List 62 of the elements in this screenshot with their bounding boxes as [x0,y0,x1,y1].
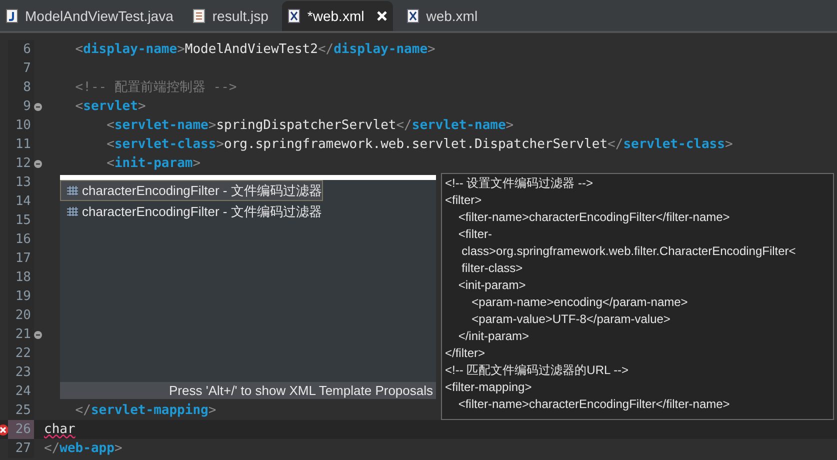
close-icon[interactable] [377,11,388,21]
code-line: <display-name>ModelAndViewTest2</display-name> [74,40,436,59]
grid-icon [67,186,78,195]
java-file-icon [6,9,18,23]
editor-tab[interactable]: ModelAndViewTest.java [0,1,180,31]
line-number: 25 [15,402,32,420]
preview-line: <param-value>UTF-8</param-value> [470,311,672,328]
line-number: 7 [23,60,32,78]
editor-tab[interactable]: web.xml [401,1,484,31]
preview-line: <!-- 设置文件编码过滤器 --> [445,175,594,192]
line-number: 14 [15,192,32,211]
completion-item[interactable]: characterEncodingFilter - 文件编码过滤器 [60,180,323,201]
line-number: 26 [15,420,32,439]
line-number: 11 [15,136,32,154]
line-number: 12 [15,154,32,173]
preview-line: <filter- [457,226,494,243]
line-number: 22 [15,344,32,363]
code-line: <servlet-class>org.springframework.web.servlet.DispatcherServlet</servlet-class> [106,136,733,154]
preview-line: <filter-name>characterEncodingFilter</filter-name> [457,396,731,413]
grid-icon [67,207,78,216]
code-line: <!-- 配置前端控制器 --> [74,78,237,97]
code-line: <servlet> [74,98,146,116]
preview-line: class>org.springframework.web.filter.CharacterEncodingFilter< [460,243,797,260]
line-number: 23 [15,364,32,382]
line-number: 9 [23,98,32,116]
preview-line: </init-param> [457,328,530,345]
line-number: 17 [15,250,32,268]
code-line: </servlet-mapping> [74,402,216,420]
line-number: 24 [15,382,32,401]
line-number: 13 [15,174,32,192]
code-line: <servlet-name>springDispatcherServlet</servlet-name> [106,116,514,135]
xml-file-icon [288,9,300,23]
line-number: 10 [15,116,32,135]
code-line: <init-param> [106,154,201,173]
line-number: 20 [15,306,32,325]
line-number: 6 [23,40,32,59]
status-hint: Press 'Alt+/' to show XML Template Proposals [60,382,436,399]
preview-line: <param-name>encoding</param-name> [470,294,689,311]
line-number: 21 [15,326,32,344]
preview-line: <filter> [445,192,483,209]
collapse-icon[interactable] [34,102,42,110]
code-line: </web-app> [43,440,122,458]
document-icon [193,9,206,23]
line-number: 18 [15,268,32,287]
line-number: 27 [15,440,32,458]
line-number: 19 [15,288,32,306]
collapse-icon[interactable] [34,160,42,168]
editor-tab[interactable]: result.jsp [187,1,274,31]
editor-tab[interactable]: *web.xml [282,1,394,31]
line-number: 8 [23,78,32,97]
preview-line: <!-- 匹配文件编码过滤器的URL --> [445,362,630,379]
preview-line: </filter> [445,345,486,362]
preview-line: <filter-name>characterEncodingFilter</filter-name> [457,209,731,226]
preview-line: filter-class> [460,260,524,277]
line-number: 15 [15,212,32,230]
preview-line: <init-param> [457,277,527,294]
completion-item[interactable]: characterEncodingFilter - 文件编码过滤器 [60,201,436,222]
collapse-icon[interactable] [34,330,42,338]
preview-line: <filter-mapping> [445,379,533,396]
code-line: char [43,420,76,439]
xml-file-icon [407,9,420,23]
line-number: 16 [15,230,32,249]
